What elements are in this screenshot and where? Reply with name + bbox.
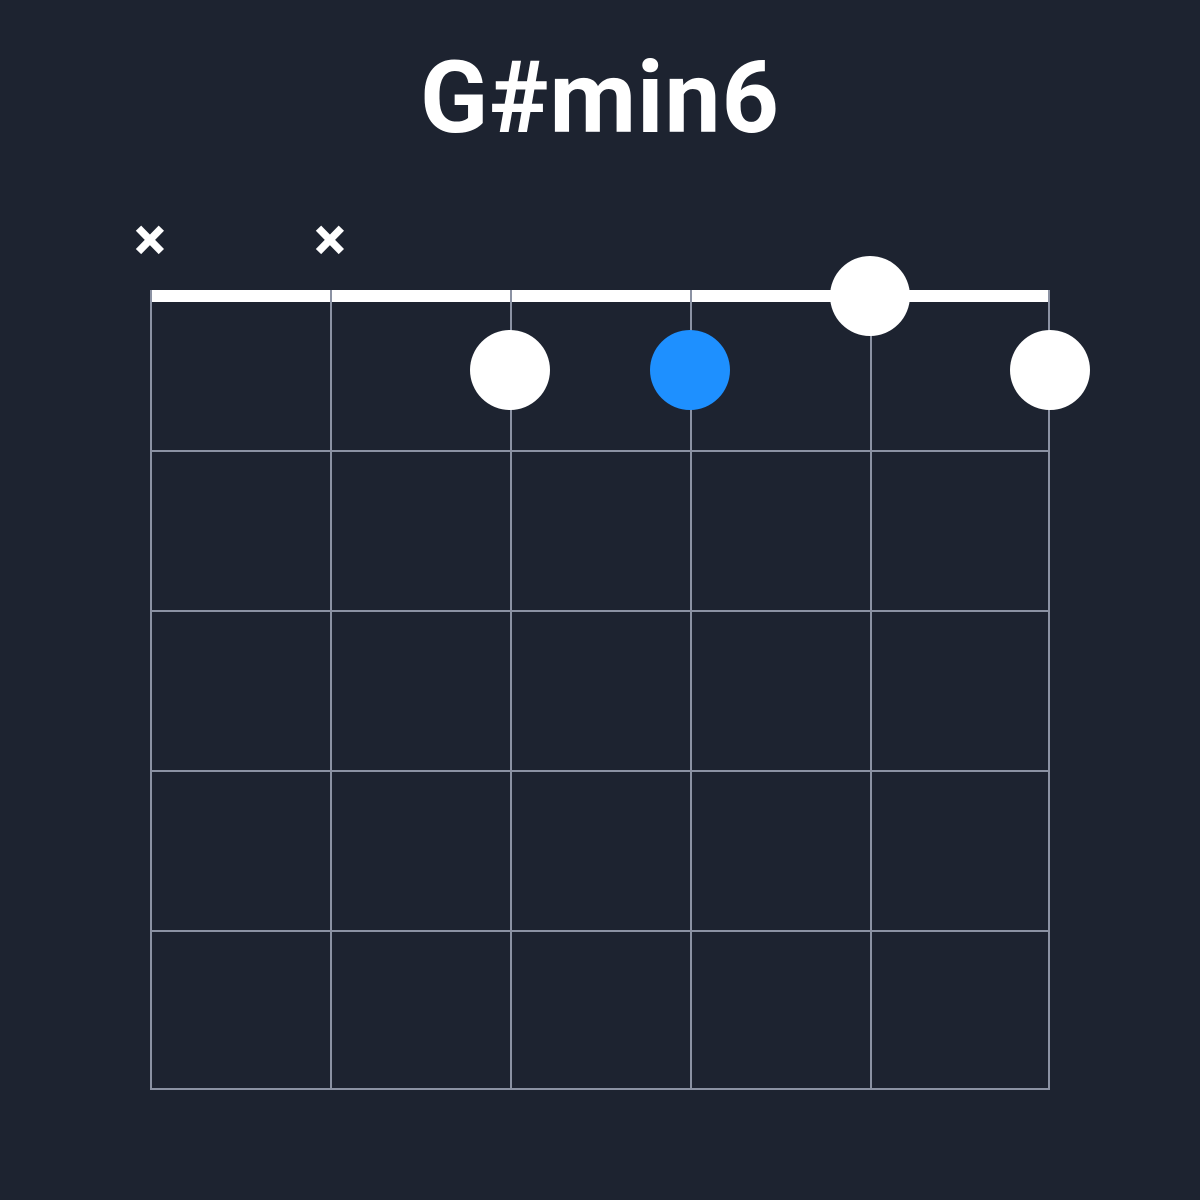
fret-line-2 [150,610,1050,612]
dot-string6-fret1 [1010,330,1090,410]
string-marker-2: × [300,210,360,270]
nut [150,290,1050,302]
string-line-1 [150,290,152,1090]
string-line-3 [510,290,512,1090]
fret-line-3 [150,770,1050,772]
dot-string3-fret1 [470,330,550,410]
string-line-2 [330,290,332,1090]
fret-line-4 [150,930,1050,932]
chord-diagram-stage: G#min6 × × [0,0,1200,1200]
dot-string4-fret1-root [650,330,730,410]
string-line-6 [1048,290,1050,1090]
string-line-4 [690,290,692,1090]
open-string-row: × × [150,210,1050,270]
string-line-5 [870,290,872,1090]
string-marker-1: × [120,210,180,270]
chord-name-title: G#min6 [0,40,1200,157]
dot-string5-open [830,256,910,336]
fret-line-5 [150,1088,1050,1090]
fret-line-1 [150,450,1050,452]
fretboard-diagram [150,290,1050,1090]
